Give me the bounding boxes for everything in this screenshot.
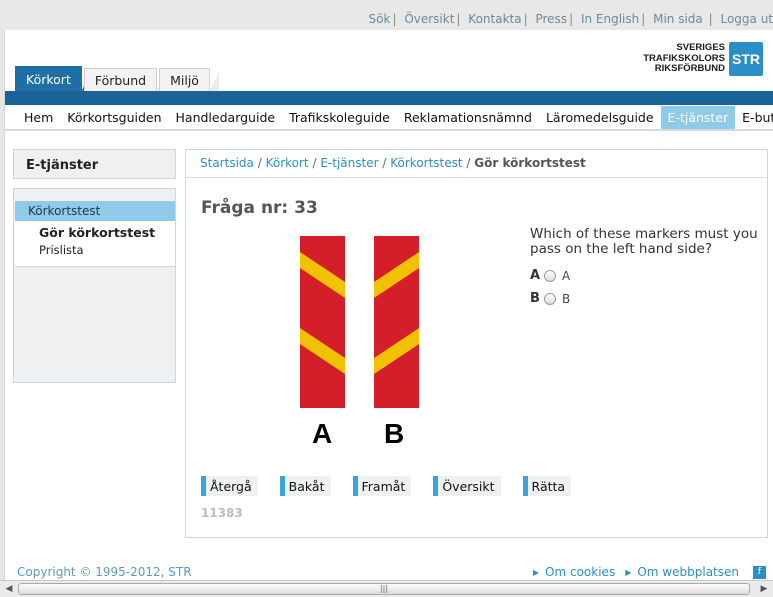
previous-button[interactable]: Bakåt [279,476,331,496]
sidebar-item-korkortstest[interactable]: Körkortstest [15,201,175,221]
footer: Copyright © 1995-2012, STR ▶ Om cookies … [5,565,773,579]
question-title: Fråga nr: 33 [201,198,318,218]
breadcrumb: Startsida / Körkort / E-tjänster / Körko… [186,150,767,178]
top-link-overview[interactable]: Översikt [404,12,454,26]
question-image: A B [296,236,426,456]
logo-badge: STR [729,42,763,76]
footer-link-about[interactable]: Om webbplatsen [637,565,739,579]
main-nav: Hem Körkortsguiden Handledarguide Trafik… [5,105,773,131]
facebook-icon[interactable]: f [753,565,766,579]
top-bar: Sök | Översikt | Kontakta | Press | In Engli… [0,0,773,30]
top-link-contact[interactable]: Kontakta [468,12,521,26]
sidebar-item-prislista[interactable]: Prislista [39,243,84,257]
footer-links: ▶ Om cookies ▶ Om webbplatsen f [523,565,766,579]
quiz-buttons: Återgå Bakåt Framåt Översikt Rätta [201,476,593,496]
top-link-press[interactable]: Press [535,12,567,26]
nav-item-etjanster[interactable]: E-tjänster [660,105,736,129]
logo-line-3: RIKSFÖRBUND [654,63,725,75]
scrollbar-thumb[interactable]: ||| [18,583,750,595]
tab-forbund[interactable]: Förbund [83,68,167,92]
top-link-my-page[interactable]: Min sida [653,12,703,26]
arrow-right-icon: ▶ [532,567,540,577]
marker-label-b: B [384,418,405,449]
brand-bar [5,91,773,105]
page: SVERIGES TRAFIKSKOLORS RIKSFÖRBUND STR K… [4,30,773,597]
marker-b [374,236,419,408]
main-content: Startsida / Körkort / E-tjänster / Körko… [185,149,768,538]
copyright-text: Copyright © 1995-2012, STR [17,565,192,579]
footer-link-cookies[interactable]: Om cookies [545,565,615,579]
breadcrumb-startsida[interactable]: Startsida [200,156,254,170]
site-tabs: Körkort Förbund Miljö [15,66,219,92]
top-link-logout[interactable]: Logga ut [720,12,773,26]
question-code: 11383 [201,506,243,520]
marker-label-a: A [312,418,333,449]
back-to-start-button[interactable]: Återgå [201,476,258,496]
scroll-left-icon[interactable]: ◀ [2,583,16,595]
marker-signs-illustration [300,236,419,408]
answer-letter-a: A [530,268,541,283]
nav-item-ebutik[interactable]: E-butik [735,106,773,129]
next-button[interactable]: Framåt [352,476,412,496]
answer-radio-a[interactable] [544,269,556,282]
nav-item-trafikskoleguide[interactable]: Trafikskoleguide [282,106,397,129]
arrow-right-icon: ▶ [625,567,632,577]
top-link-search[interactable]: Sök [369,12,391,26]
answer-letter-b: B [530,291,540,306]
sidebar: Körkortstest Gör körkortstest Prislista [13,188,176,383]
top-link-english[interactable]: In English [581,12,639,26]
grade-button[interactable]: Rätta [522,476,572,496]
sidebar-subitems: Gör körkortstest Prislista [15,221,175,267]
marker-a [300,236,345,408]
breadcrumb-current: Gör körkortstest [474,156,586,170]
nav-item-reklamationsnamnd[interactable]: Reklamationsnämnd [397,106,539,129]
horizontal-scrollbar[interactable]: ◀ ||| ▶ [0,580,773,597]
sidebar-item-gor-korkortstest[interactable]: Gör körkortstest [39,225,155,240]
nav-item-handledarguide[interactable]: Handledarguide [169,106,283,129]
overview-button[interactable]: Översikt [433,476,501,496]
sidebar-heading: E-tjänster [13,149,176,179]
breadcrumb-korkortstest[interactable]: Körkortstest [390,156,462,170]
str-logo[interactable]: SVERIGES TRAFIKSKOLORS RIKSFÖRBUND STR [643,42,763,76]
tab-korkort[interactable]: Körkort [15,66,91,92]
top-links: Sök | Översikt | Kontakta | Press | In Engli… [368,12,773,26]
breadcrumb-etjanster[interactable]: E-tjänster [320,156,378,170]
answer-radio-b[interactable] [544,292,556,305]
answer-label-a[interactable]: A [562,269,570,283]
nav-item-laromedelsguide[interactable]: Läromedelsguide [539,106,661,129]
nav-item-korkortsguiden[interactable]: Körkortsguiden [60,106,168,129]
question-text: Which of these markers must you pass on … [530,226,758,257]
nav-item-hem[interactable]: Hem [17,106,60,129]
tab-miljo[interactable]: Miljö [159,68,219,92]
breadcrumb-korkort[interactable]: Körkort [266,156,309,170]
scroll-right-icon[interactable]: ▶ [757,583,771,595]
answer-option-a: A A [530,268,570,283]
answer-label-b[interactable]: B [562,292,570,306]
answer-option-b: B B [530,291,570,306]
